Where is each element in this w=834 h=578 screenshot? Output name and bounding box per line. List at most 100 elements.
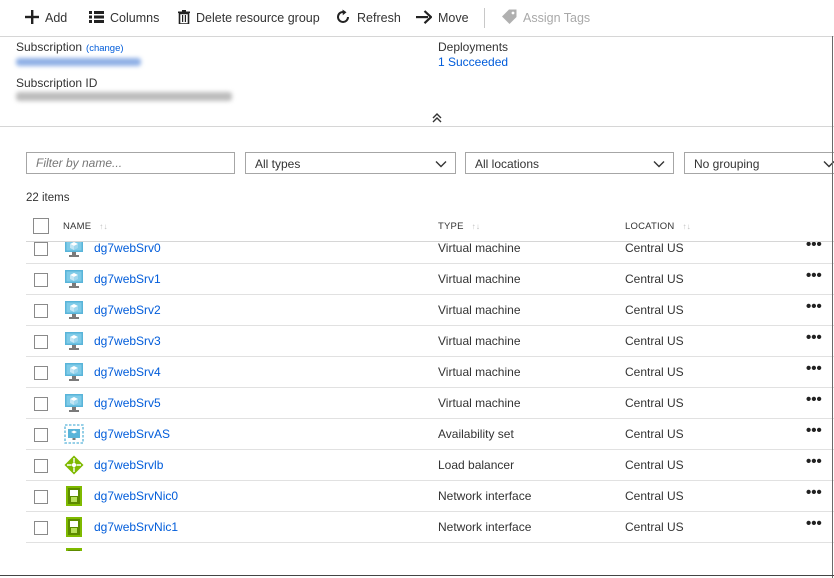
add-button[interactable]: Add xyxy=(25,9,67,27)
vm-icon xyxy=(64,393,84,413)
resource-name-link[interactable]: dg7webSrv0 xyxy=(94,242,161,255)
resource-location: Central US xyxy=(625,242,684,255)
more-options-button[interactable]: ••• xyxy=(806,242,822,253)
locations-dropdown[interactable]: All locations xyxy=(465,152,674,174)
row-checkbox[interactable] xyxy=(34,304,48,318)
resource-name-link[interactable]: dg7webSrv3 xyxy=(94,334,161,348)
table-row[interactable]: dg7webSrvNic0 Network interface Central … xyxy=(0,481,834,512)
filter-by-name-input[interactable] xyxy=(27,153,234,173)
row-checkbox[interactable] xyxy=(34,428,48,442)
row-checkbox[interactable] xyxy=(34,335,48,349)
types-dropdown-value: All types xyxy=(255,157,301,171)
column-header-type-label: TYPE xyxy=(438,221,464,232)
table-row[interactable]: dg7webSrvlb Load balancer Central US ••• xyxy=(0,450,834,481)
table-row[interactable]: dg7webSrv4 Virtual machine Central US ••… xyxy=(0,357,834,388)
columns-icon xyxy=(89,10,104,26)
delete-resource-group-label: Delete resource group xyxy=(196,11,320,25)
delete-resource-group-button[interactable]: Delete resource group xyxy=(178,9,320,27)
command-bar: Add Columns Delete resource group Refres… xyxy=(0,0,834,37)
resource-name-link[interactable]: dg7webSrv5 xyxy=(94,396,161,410)
column-header-name[interactable]: NAME ↑↓ xyxy=(63,221,108,232)
sort-icon: ↑↓ xyxy=(682,222,691,231)
more-options-button[interactable]: ••• xyxy=(806,298,822,315)
locations-dropdown-value: All locations xyxy=(475,157,540,171)
resource-location: Central US xyxy=(625,303,684,317)
move-button[interactable]: Move xyxy=(416,9,469,27)
availability-set-icon xyxy=(64,424,84,444)
row-checkbox[interactable] xyxy=(34,366,48,380)
vm-icon xyxy=(64,362,84,382)
filter-by-name-field[interactable] xyxy=(26,152,235,174)
more-options-button[interactable]: ••• xyxy=(806,267,822,284)
row-checkbox[interactable] xyxy=(34,397,48,411)
deployments-label: Deployments xyxy=(438,40,509,54)
resource-group-blade: Add Columns Delete resource group Refres… xyxy=(0,0,834,578)
more-options-button[interactable]: ••• xyxy=(806,422,822,439)
resource-name-link[interactable]: dg7webSrv4 xyxy=(94,365,161,379)
move-label: Move xyxy=(438,11,469,25)
resource-type: Virtual machine xyxy=(438,242,521,255)
grouping-dropdown-value: No grouping xyxy=(694,157,760,171)
vm-icon xyxy=(64,300,84,320)
sort-icon: ↑↓ xyxy=(99,222,108,231)
column-header-name-label: NAME xyxy=(63,221,92,232)
deployments-link[interactable]: 1 Succeeded xyxy=(438,55,508,69)
grouping-dropdown[interactable]: No grouping xyxy=(684,152,834,174)
assign-tags-button[interactable]: Assign Tags xyxy=(502,9,590,27)
more-options-button[interactable]: ••• xyxy=(806,329,822,346)
types-dropdown[interactable]: All types xyxy=(245,152,456,174)
resource-list: dg7webSrv0 Virtual machine Central US ••… xyxy=(0,242,834,551)
resource-location: Central US xyxy=(625,334,684,348)
columns-label: Columns xyxy=(110,11,160,25)
column-header-type[interactable]: TYPE ↑↓ xyxy=(438,221,480,232)
select-all-checkbox[interactable] xyxy=(33,218,49,234)
subscription-name-redacted xyxy=(16,58,141,66)
table-row[interactable]: dg7webSrvAS Availability set Central US … xyxy=(0,419,834,450)
row-divider xyxy=(26,542,834,543)
partial-row-network-interface-icon xyxy=(64,548,84,551)
resource-name-link[interactable]: dg7webSrv2 xyxy=(94,303,161,317)
load-balancer-icon xyxy=(64,455,84,475)
change-subscription-link[interactable]: (change) xyxy=(86,43,124,54)
table-row[interactable]: dg7webSrv0 Virtual machine Central US ••… xyxy=(0,242,834,264)
chevron-down-icon xyxy=(435,158,447,172)
column-header-location-label: LOCATION xyxy=(625,221,675,232)
resource-type: Virtual machine xyxy=(438,303,521,317)
resource-name-link[interactable]: dg7webSrv1 xyxy=(94,272,161,286)
resource-type: Network interface xyxy=(438,520,532,534)
refresh-button[interactable]: Refresh xyxy=(335,9,401,27)
essentials-divider xyxy=(0,126,834,127)
more-options-button[interactable]: ••• xyxy=(806,391,822,408)
resource-name-link[interactable]: dg7webSrvlb xyxy=(94,458,163,472)
network-interface-icon xyxy=(64,517,84,537)
more-options-button[interactable]: ••• xyxy=(806,453,822,470)
row-checkbox[interactable] xyxy=(34,273,48,287)
resource-location: Central US xyxy=(625,520,684,534)
table-row[interactable]: dg7webSrv5 Virtual machine Central US ••… xyxy=(0,388,834,419)
more-options-button[interactable]: ••• xyxy=(806,515,822,532)
table-row[interactable]: dg7webSrv2 Virtual machine Central US ••… xyxy=(0,295,834,326)
tag-icon xyxy=(502,9,517,27)
table-row[interactable]: dg7webSrv1 Virtual machine Central US ••… xyxy=(0,264,834,295)
table-row[interactable]: dg7webSrvNic1 Network interface Central … xyxy=(0,512,834,543)
resource-location: Central US xyxy=(625,427,684,441)
resource-name-link[interactable]: dg7webSrvNic1 xyxy=(94,520,178,534)
row-checkbox[interactable] xyxy=(34,459,48,473)
row-checkbox[interactable] xyxy=(34,521,48,535)
bottom-border xyxy=(0,575,834,576)
resource-type: Virtual machine xyxy=(438,396,521,410)
arrow-right-icon xyxy=(416,9,433,27)
resource-name-link[interactable]: dg7webSrvAS xyxy=(94,427,170,441)
columns-button[interactable]: Columns xyxy=(89,9,159,27)
collapse-essentials-button[interactable] xyxy=(429,111,445,125)
table-row[interactable]: dg7webSrv3 Virtual machine Central US ••… xyxy=(0,326,834,357)
more-options-button[interactable]: ••• xyxy=(806,360,822,377)
double-chevron-up-icon xyxy=(432,113,442,123)
vm-icon xyxy=(64,242,84,258)
resource-name-link[interactable]: dg7webSrvNic0 xyxy=(94,489,178,503)
blade-edge xyxy=(832,36,833,578)
row-checkbox[interactable] xyxy=(34,242,48,256)
column-header-location[interactable]: LOCATION ↑↓ xyxy=(625,221,691,232)
more-options-button[interactable]: ••• xyxy=(806,484,822,501)
row-checkbox[interactable] xyxy=(34,490,48,504)
